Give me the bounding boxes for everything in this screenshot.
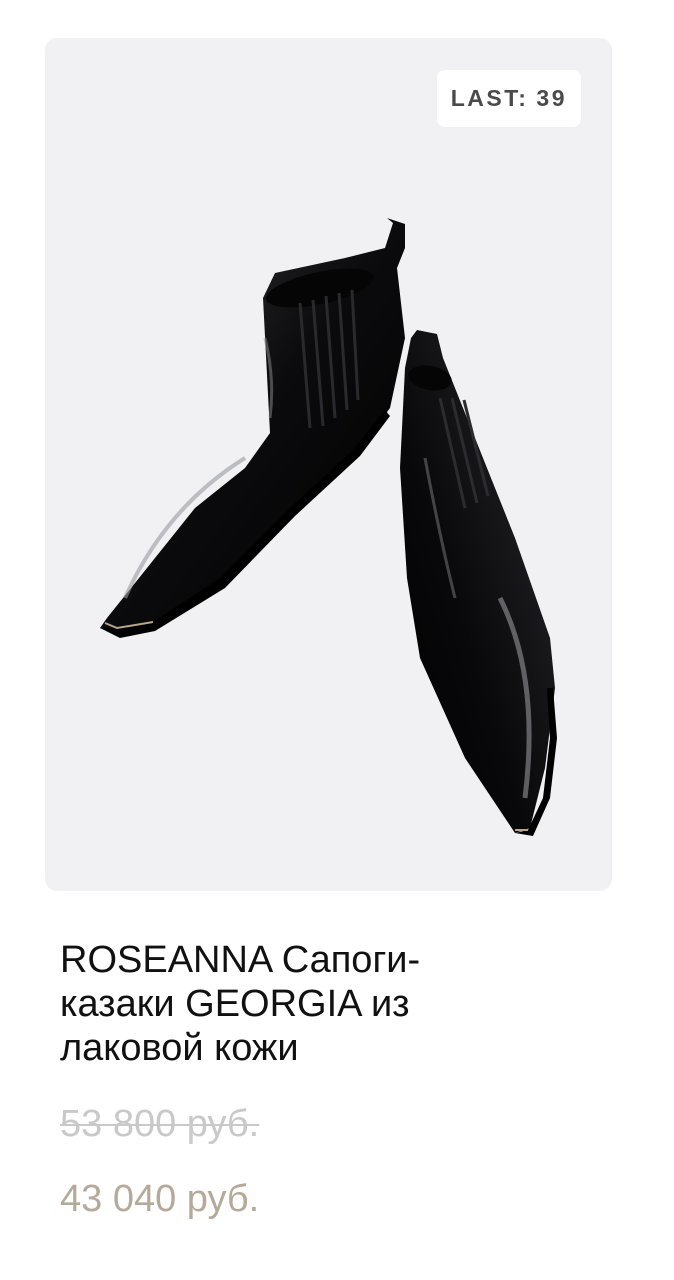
badge-label: LAST: [450,85,529,111]
title-line-3: лаковой кожи [60,1027,299,1069]
product-title[interactable]: ROSEANNA Сапоги- казаки GEORGIA из лаков… [60,938,540,1070]
old-price: 53 800 руб. [60,1103,260,1145]
last-size-badge: LAST: 39 [436,70,581,127]
title-line-2: казаки GEORGIA из [60,983,410,1025]
product-image[interactable]: LAST: 39 [45,38,612,891]
boots-image [100,218,557,836]
right-boot [400,330,557,836]
product-card[interactable]: LAST: 39 ROSEANNA Сапоги- казаки GEORGIA… [0,0,674,1280]
sale-price: 43 040 руб. [60,1178,260,1220]
badge-value: 39 [536,85,567,111]
left-boot [100,218,405,638]
title-line-1: ROSEANNA Сапоги- [60,939,421,981]
